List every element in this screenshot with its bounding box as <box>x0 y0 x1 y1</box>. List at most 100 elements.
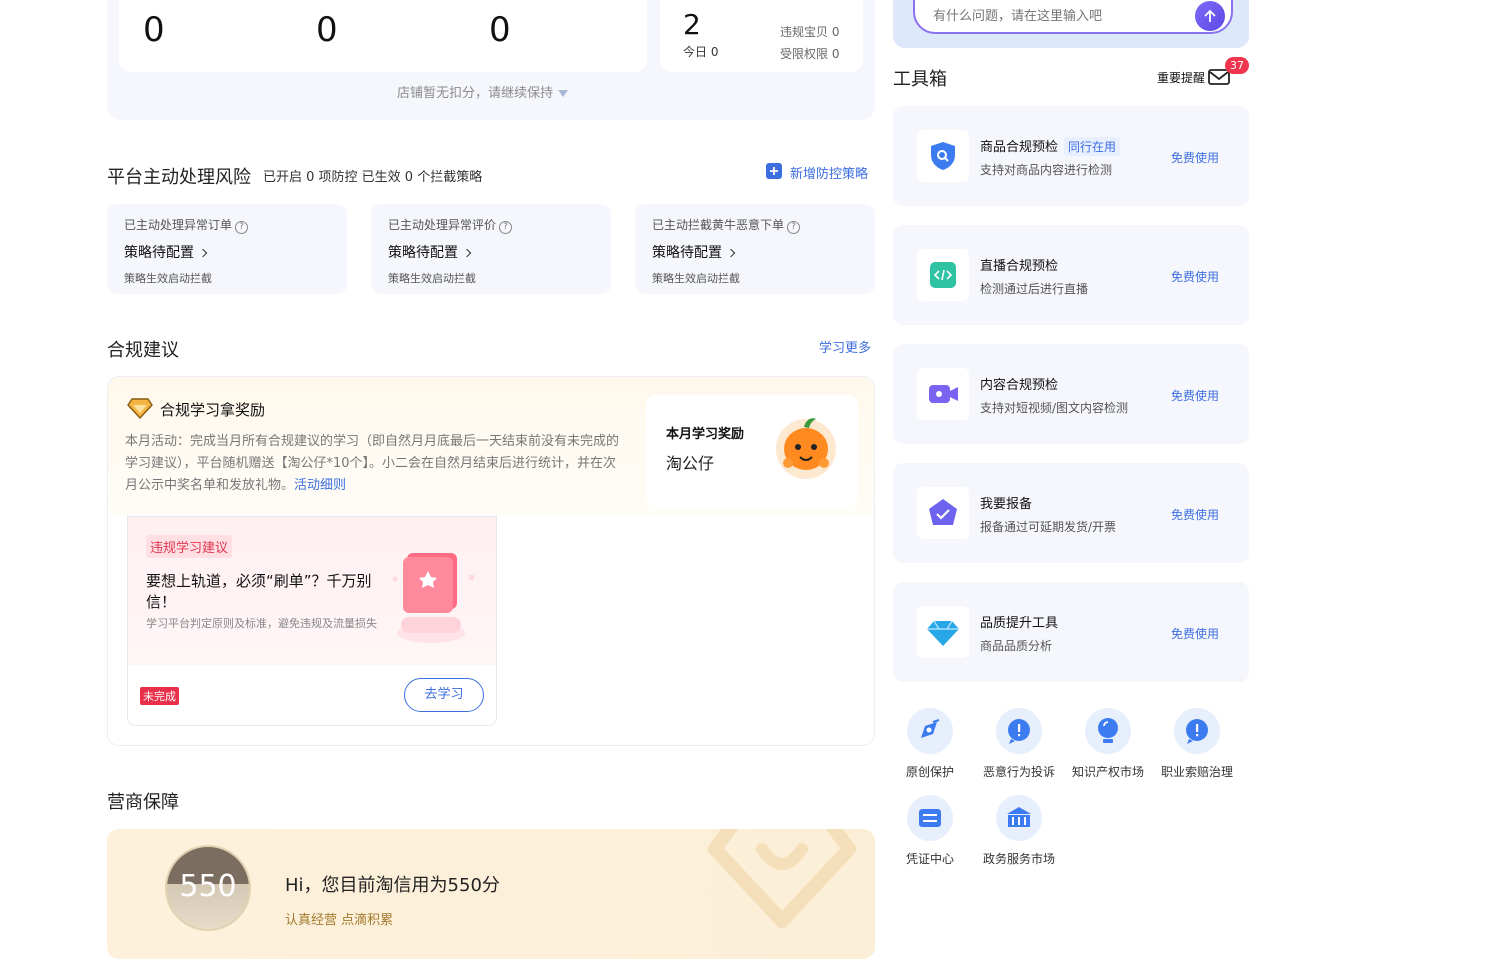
restricted-permissions[interactable]: 受限权限 0 <box>780 45 839 62</box>
compliance-reward-banner: 合规学习拿奖励 本月活动：完成当月所有合规建议的学习（即自然月月底最后一天结束前… <box>108 377 874 515</box>
credit-score-badge: 550 <box>165 845 251 931</box>
reward-title: 合规学习拿奖励 <box>160 401 266 419</box>
compliance-title: 合规建议 <box>107 340 179 361</box>
help-icon[interactable]: ? <box>235 221 249 234</box>
stats-panel: 0 0 0 2 今日 0 违规宝贝 0 受限权限 0 店铺暂无扣分，请继续保持 <box>107 0 875 120</box>
diamond-badge-icon <box>127 397 153 423</box>
important-reminder-label[interactable]: 重要提醒 <box>1157 69 1205 86</box>
help-icon[interactable]: ? <box>499 221 513 234</box>
chevron-right-icon <box>462 248 472 258</box>
original-protect-icon <box>907 708 953 754</box>
credit-score-value: 550 <box>179 869 237 904</box>
gov-service-icon <box>996 795 1042 841</box>
service-label: 政务服务市场 <box>982 852 1055 866</box>
stat-count-3[interactable]: 0 <box>489 10 511 50</box>
business-guarantee-title: 营商保障 <box>107 792 179 813</box>
add-strategy-label: 新增防控策略 <box>790 167 869 182</box>
study-suggestion-card[interactable]: 违规学习建议 要想上轨道，必须“刷单”？千万别信！ 学习平台判定原则及标准，避免… <box>127 516 497 726</box>
risk-card-reviews[interactable]: 已主动处理异常评价? 策略待配置 策略生效启动拦截 <box>371 204 611 294</box>
voucher-center-icon <box>907 795 953 841</box>
today-value[interactable]: 2 <box>683 8 701 41</box>
service-ip-market[interactable]: 知识产权市场 <box>1063 708 1153 780</box>
help-icon[interactable]: ? <box>787 221 801 234</box>
service-malicious-complaint[interactable]: 恶意行为投诉 <box>974 708 1064 780</box>
learn-more-link[interactable]: 学习更多 <box>819 337 871 356</box>
free-use-button[interactable]: 免费使用 <box>1171 268 1219 285</box>
monthly-reward-card: 本月学习奖励 淘公仔 <box>646 395 858 507</box>
tool-card-content-check[interactable]: 内容合规预检 支持对短视频/图文内容检测 免费使用 <box>893 344 1249 444</box>
risk-card-title: 已主动处理异常评价 <box>388 218 497 232</box>
tool-name: 商品合规预检 <box>980 140 1059 155</box>
tool-card-live-check[interactable]: 直播合规预检 检测通过后进行直播 免费使用 <box>893 225 1249 325</box>
free-use-button[interactable]: 免费使用 <box>1171 387 1219 404</box>
study-tag: 违规学习建议 <box>146 535 233 558</box>
add-strategy-button[interactable]: 新增防控策略 <box>766 163 868 182</box>
platform-risk-title: 平台主动处理风险 <box>107 167 251 188</box>
service-label: 凭证中心 <box>905 852 954 866</box>
main-content: 0 0 0 2 今日 0 违规宝贝 0 受限权限 0 店铺暂无扣分，请继续保持 … <box>0 0 890 959</box>
monthly-reward-label: 本月学习奖励 <box>666 427 745 442</box>
service-claim-governance[interactable]: 职业索赔治理 <box>1152 708 1242 780</box>
tool-desc: 商品品质分析 <box>980 639 1053 653</box>
search-input[interactable] <box>933 6 1183 26</box>
today-label: 今日 0 <box>683 45 719 59</box>
no-deduction-note[interactable]: 店铺暂无扣分，请继续保持 <box>397 82 569 101</box>
risk-card-footer: 策略生效启动拦截 <box>652 272 740 285</box>
plus-icon <box>766 163 782 179</box>
tool-desc: 支持对商品内容进行检测 <box>980 163 1113 177</box>
go-study-button[interactable]: 去学习 <box>404 678 484 712</box>
today-card: 2 今日 0 违规宝贝 0 受限权限 0 <box>660 0 863 72</box>
service-gov-service[interactable]: 政务服务市场 <box>974 795 1064 867</box>
chevron-right-icon <box>198 248 208 258</box>
diamond-icon <box>917 606 969 658</box>
tool-name: 直播合规预检 <box>980 259 1059 274</box>
tool-card-product-check[interactable]: 商品合规预检 同行在用 支持对商品内容进行检测 免费使用 <box>893 106 1249 206</box>
activity-rules-link[interactable]: 活动细则 <box>294 478 346 493</box>
stat-count-2[interactable]: 0 <box>316 10 338 50</box>
risk-card-status[interactable]: 策略待配置 <box>124 242 208 262</box>
service-label: 职业索赔治理 <box>1160 765 1233 779</box>
monthly-reward-item: 淘公仔 <box>666 454 715 473</box>
send-button[interactable] <box>1195 1 1225 31</box>
credit-greeting: Hi，您目前淘信用为550分 <box>285 875 500 896</box>
tool-name: 内容合规预检 <box>980 378 1059 393</box>
violation-items[interactable]: 违规宝贝 0 <box>780 23 839 40</box>
stat-count-1[interactable]: 0 <box>143 10 165 50</box>
tool-card-report[interactable]: 我要报备 报备通过可延期发货/开票 免费使用 <box>893 463 1249 563</box>
tool-name: 品质提升工具 <box>980 616 1059 631</box>
risk-card-orders[interactable]: 已主动处理异常订单? 策略待配置 策略生效启动拦截 <box>107 204 347 294</box>
risk-card-status[interactable]: 策略待配置 <box>652 242 736 262</box>
search-panel <box>893 0 1249 48</box>
notification-badge: 37 <box>1225 57 1249 74</box>
study-card-banner: 违规学习建议 要想上轨道，必须“刷单”？千万别信！ 学习平台判定原则及标准，避免… <box>128 517 496 665</box>
shield-search-icon <box>917 130 969 182</box>
risk-card-title: 已主动处理异常订单 <box>124 218 233 232</box>
risk-card-scalpers[interactable]: 已主动拦截黄牛恶意下单? 策略待配置 策略生效启动拦截 <box>635 204 875 294</box>
code-icon <box>917 249 969 301</box>
study-desc: 学习平台判定原则及标准，避免违规及流量损失 <box>146 617 377 630</box>
chevron-right-icon <box>726 248 736 258</box>
toolbox-title: 工具箱 <box>893 69 947 90</box>
free-use-button[interactable]: 免费使用 <box>1171 625 1219 642</box>
service-label: 恶意行为投诉 <box>982 765 1055 779</box>
risk-card-footer: 策略生效启动拦截 <box>388 272 476 285</box>
search-box[interactable] <box>913 0 1233 34</box>
study-headline[interactable]: 要想上轨道，必须“刷单”？千万别信！ <box>146 571 378 613</box>
service-original-protect[interactable]: 原创保护 <box>885 708 975 780</box>
book-icon <box>393 547 483 651</box>
tool-desc: 报备通过可延期发货/开票 <box>980 520 1117 534</box>
tool-name: 我要报备 <box>980 497 1033 512</box>
arrow-up-icon <box>1204 9 1216 22</box>
service-voucher-center[interactable]: 凭证中心 <box>885 795 975 867</box>
caret-down-icon <box>558 90 569 97</box>
tool-desc: 检测通过后进行直播 <box>980 282 1089 296</box>
study-status-badge: 未完成 <box>140 687 179 705</box>
free-use-button[interactable]: 免费使用 <box>1171 149 1219 166</box>
tool-tag: 同行在用 <box>1064 137 1121 156</box>
claim-governance-icon <box>1174 708 1220 754</box>
free-use-button[interactable]: 免费使用 <box>1171 506 1219 523</box>
tool-card-quality[interactable]: 品质提升工具 商品品质分析 免费使用 <box>893 582 1249 682</box>
platform-risk-summary: 已开启 0 项防控 已生效 0 个拦截策略 <box>263 170 483 185</box>
risk-card-status[interactable]: 策略待配置 <box>388 242 472 262</box>
sidebar: 工具箱 重要提醒 37 商品合规预检同行在用 支持对商品内容进行检测 免费使用 … <box>893 0 1249 940</box>
